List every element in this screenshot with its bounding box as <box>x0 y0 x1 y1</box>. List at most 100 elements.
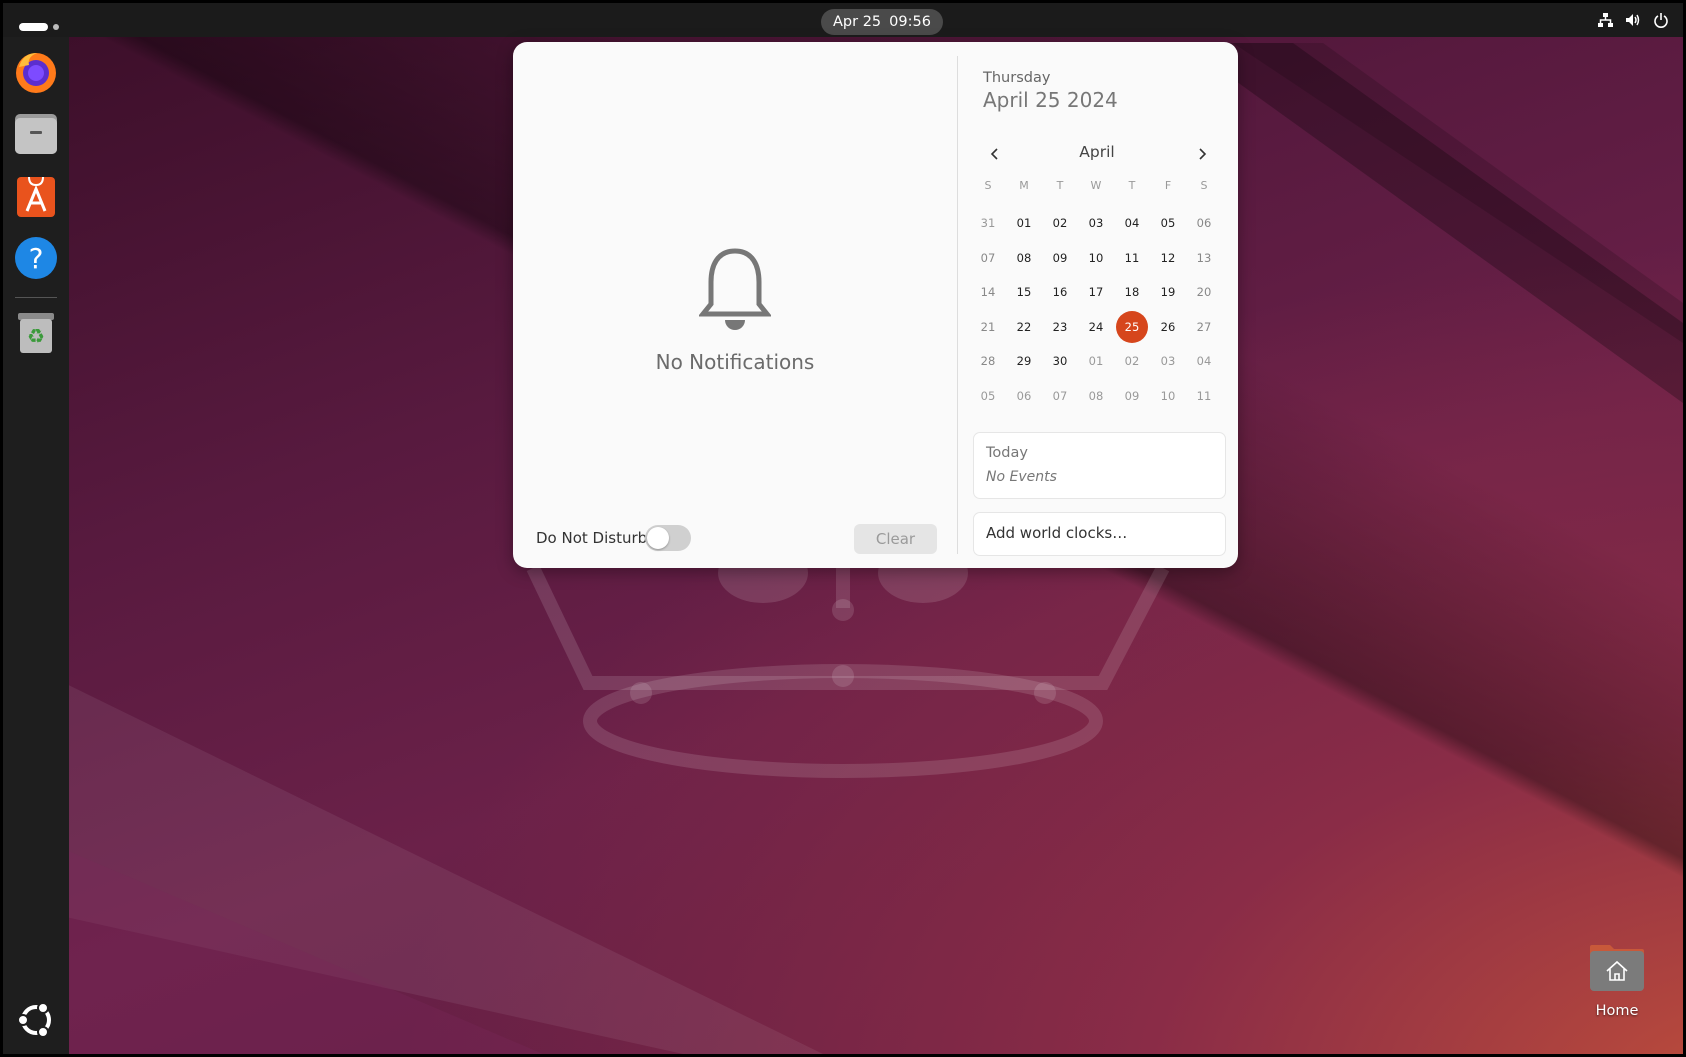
calendar-day[interactable]: 06 <box>1186 207 1222 239</box>
calendar-day[interactable]: 24 <box>1078 311 1114 343</box>
dock-item-help[interactable]: ? <box>13 235 59 281</box>
calendar-day[interactable]: 03 <box>1078 207 1114 239</box>
calendar-day[interactable]: 29 <box>1006 345 1042 377</box>
weekday-header: S <box>1200 179 1208 192</box>
calendar-day[interactable]: 15 <box>1006 276 1042 308</box>
calendar-day[interactable]: 20 <box>1186 276 1222 308</box>
calendar-day[interactable]: 12 <box>1150 242 1186 274</box>
desktop: Apr 25 09:56 ? ♻ No Notifications Do Not… <box>3 3 1683 1054</box>
home-folder-icon[interactable] <box>1588 941 1646 993</box>
calendar-day[interactable]: 17 <box>1078 276 1114 308</box>
calendar-day-number: 29 <box>1016 354 1032 368</box>
calendar-day-number: 08 <box>1088 388 1104 403</box>
calendar-pane: Thursday April 25 2024 April S M T W T F S 31 01… <box>958 42 1238 568</box>
dock-item-files[interactable] <box>13 111 59 157</box>
calendar-day-number: 31 <box>980 216 996 230</box>
calendar-day-number: 20 <box>1196 285 1212 299</box>
power-icon <box>1654 13 1668 28</box>
calendar-day[interactable]: 11 <box>1114 242 1150 274</box>
calendar-day-number: 05 <box>1160 216 1176 230</box>
weekday-header: T <box>1128 179 1136 192</box>
calendar-day[interactable]: 13 <box>1186 242 1222 274</box>
calendar-day-number: 04 <box>1124 216 1140 230</box>
calendar-day[interactable]: 09 <box>1114 380 1150 412</box>
files-icon <box>15 114 57 154</box>
full-date-label[interactable]: April 25 2024 <box>983 88 1118 112</box>
calendar-day[interactable]: 11 <box>1186 380 1222 412</box>
calendar-day-number: 06 <box>1196 216 1212 230</box>
calendar-day[interactable]: 16 <box>1042 276 1078 308</box>
chevron-right-icon[interactable] <box>1190 142 1214 166</box>
calendar-day[interactable]: 09 <box>1042 242 1078 274</box>
calendar-day[interactable]: 03 <box>1150 345 1186 377</box>
calendar-day[interactable]: 08 <box>1006 242 1042 274</box>
weekday-header: M <box>1019 179 1029 192</box>
calendar-day[interactable]: 07 <box>1042 380 1078 412</box>
calendar-day[interactable]: 02 <box>1114 345 1150 377</box>
calendar-day-today[interactable]: 25 <box>1114 310 1150 343</box>
calendar-day-number: 16 <box>1052 285 1068 299</box>
calendar-day[interactable]: 18 <box>1114 276 1150 308</box>
clock-button[interactable]: Apr 25 09:56 <box>821 9 943 35</box>
weekday-header: S <box>984 179 992 192</box>
calendar-day[interactable]: 10 <box>1078 242 1114 274</box>
calendar-day-number: 12 <box>1160 250 1176 265</box>
events-section[interactable]: Today No Events <box>973 432 1226 499</box>
calendar-day-number: 01 <box>1088 354 1104 368</box>
weekday-header: W <box>1090 179 1102 192</box>
weekday-header: T <box>1056 179 1064 192</box>
calendar-day[interactable]: 21 <box>970 311 1006 343</box>
calendar-day[interactable]: 19 <box>1150 276 1186 308</box>
dock-item-firefox[interactable] <box>13 49 59 95</box>
no-events-text: No Events <box>986 469 1057 485</box>
network-icon <box>1598 13 1613 27</box>
calendar-day[interactable]: 01 <box>1078 345 1114 377</box>
calendar-day[interactable]: 26 <box>1150 311 1186 343</box>
calendar-day[interactable]: 05 <box>970 380 1006 412</box>
activities-button[interactable] <box>19 16 59 35</box>
calendar-day[interactable]: 31 <box>970 207 1006 239</box>
chevron-left-icon[interactable] <box>983 142 1007 166</box>
calendar-day[interactable]: 06 <box>1006 380 1042 412</box>
month-label: April <box>1079 143 1115 161</box>
calendar-day[interactable]: 27 <box>1186 311 1222 343</box>
calendar-day[interactable]: 02 <box>1042 207 1078 239</box>
calendar-day-number: 09 <box>1124 388 1140 403</box>
calendar-day[interactable]: 30 <box>1042 345 1078 377</box>
weekday-header: F <box>1164 179 1172 192</box>
system-tray[interactable] <box>1597 12 1669 28</box>
do-not-disturb-toggle[interactable] <box>645 525 691 551</box>
calendar-day[interactable]: 10 <box>1150 380 1186 412</box>
workspace-indicator <box>53 23 59 30</box>
calendar-day-number: 23 <box>1052 319 1068 334</box>
calendar-day-number: 26 <box>1160 319 1176 334</box>
calendar-day-number: 27 <box>1196 319 1212 334</box>
calendar-day-number: 28 <box>980 354 996 368</box>
calendar-day-number: 25 <box>1124 319 1140 334</box>
calendar-day-number: 07 <box>1052 388 1068 403</box>
calendar-day[interactable]: 08 <box>1078 380 1114 412</box>
clear-button[interactable]: Clear <box>854 524 937 554</box>
dock-item-app-center[interactable] <box>13 173 59 219</box>
clock-time: 09:56 <box>889 14 931 30</box>
home-folder-label[interactable]: Home <box>1568 1003 1666 1019</box>
show-apps-button[interactable] <box>13 997 59 1043</box>
calendar-day[interactable]: 04 <box>1186 345 1222 377</box>
calendar-day-number: 18 <box>1124 285 1140 299</box>
dock-item-trash[interactable]: ♻ <box>13 309 59 355</box>
calendar-day[interactable]: 14 <box>970 276 1006 308</box>
bell-icon <box>699 248 771 330</box>
calendar-day-number: 14 <box>980 285 996 299</box>
calendar-day[interactable]: 23 <box>1042 311 1078 343</box>
calendar-day[interactable]: 07 <box>970 242 1006 274</box>
weekday-label[interactable]: Thursday <box>983 70 1050 86</box>
calendar-day[interactable]: 22 <box>1006 311 1042 343</box>
calendar-day[interactable]: 28 <box>970 345 1006 377</box>
top-bar: Apr 25 09:56 <box>3 3 1683 37</box>
calendar-day[interactable]: 05 <box>1150 207 1186 239</box>
calendar-day[interactable]: 01 <box>1006 207 1042 239</box>
calendar-day-number: 02 <box>1124 354 1140 368</box>
calendar-day[interactable]: 04 <box>1114 207 1150 239</box>
world-clocks-button[interactable]: Add world clocks… <box>973 512 1226 556</box>
calendar-day-number: 03 <box>1088 216 1104 230</box>
